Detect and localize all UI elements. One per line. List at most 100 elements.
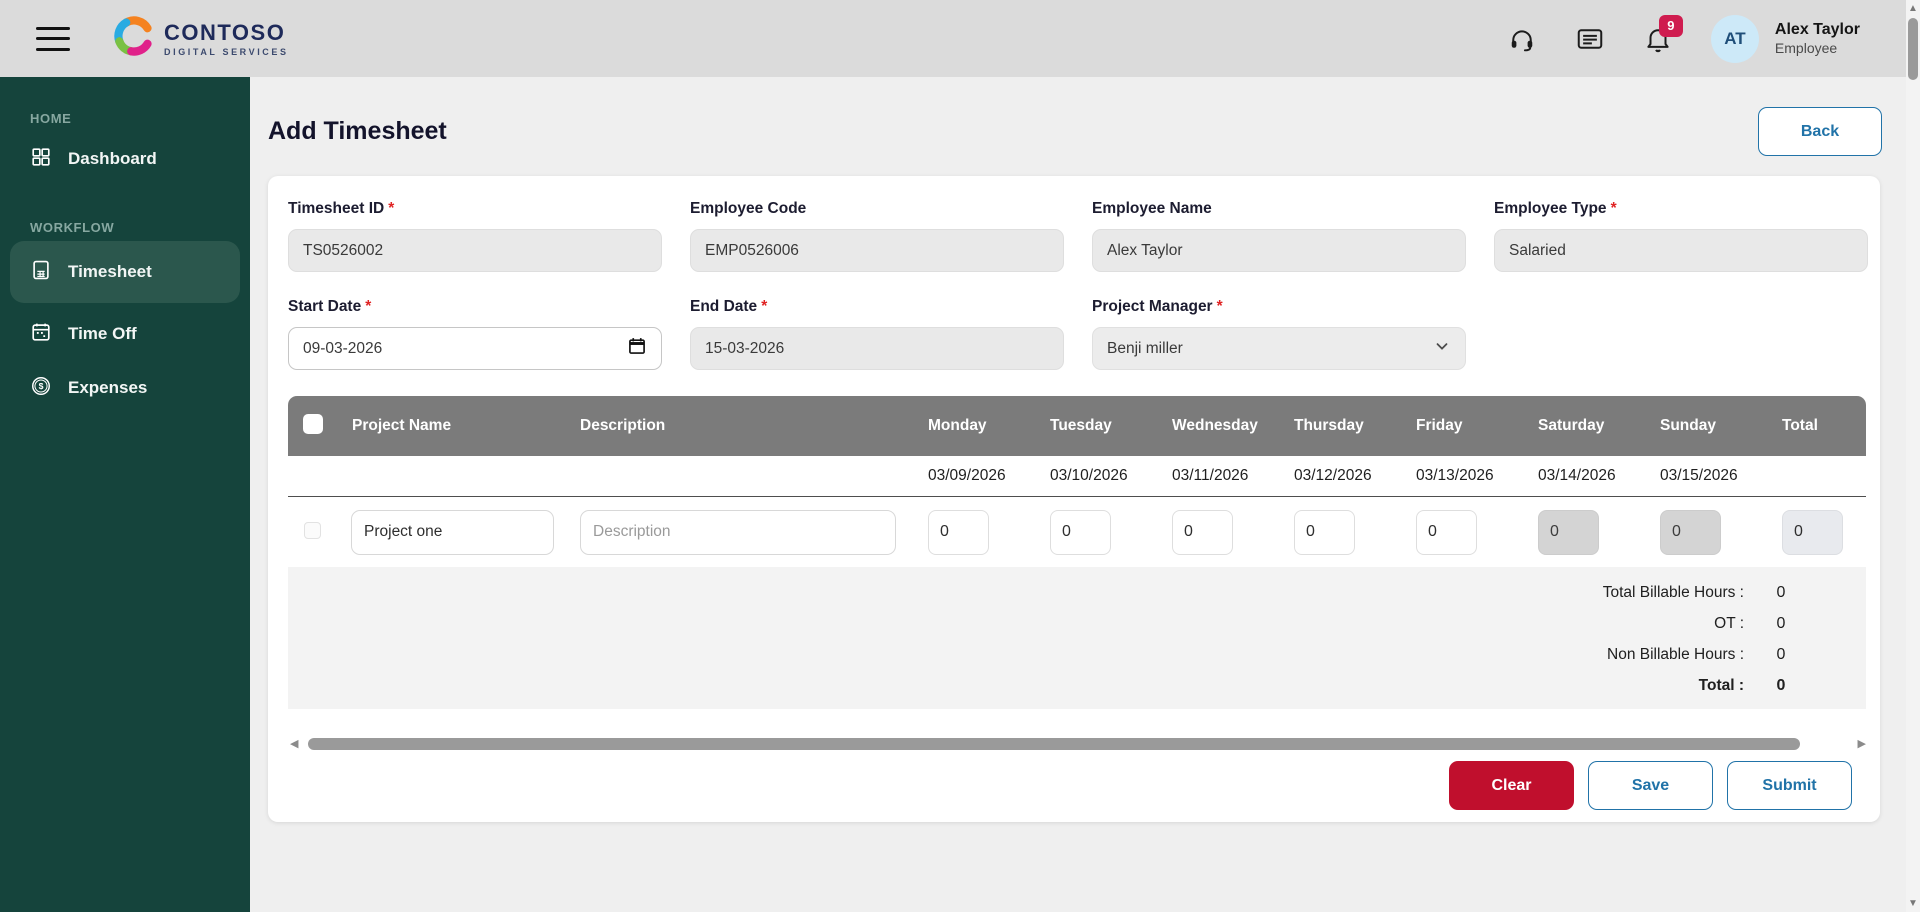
user-name: Alex Taylor (1775, 20, 1860, 40)
main-content: Add Timesheet Back Timesheet ID* TS05260… (250, 77, 1906, 912)
column-header: Total (1768, 417, 1866, 435)
contoso-logo-icon (112, 14, 156, 63)
brand-name: CONTOSO (164, 20, 289, 46)
description-input[interactable] (580, 510, 896, 555)
scroll-left-icon[interactable]: ◀ (290, 739, 298, 749)
date-cell: 03/12/2026 (1280, 467, 1402, 485)
sidebar-item-label: Timesheet (68, 262, 152, 282)
sidebar-item-timesheet[interactable]: Timesheet (10, 241, 240, 303)
scroll-up-icon[interactable]: ▲ (1908, 3, 1918, 14)
sidebar-section-home: HOME (30, 111, 250, 126)
scroll-down-icon[interactable]: ▼ (1908, 898, 1918, 909)
horizontal-scrollbar-thumb[interactable] (308, 738, 1800, 750)
field-label: Employee Type (1494, 200, 1607, 217)
field-project-manager: Project Manager* Benji miller (1092, 298, 1466, 370)
summary-panel: Total Billable Hours : 0 OT : 0 Non Bill… (288, 567, 1866, 709)
column-header: Project Name (338, 417, 566, 435)
field-employee-name: Employee Name Alex Taylor (1092, 200, 1466, 272)
user-info: Alex Taylor Employee (1775, 20, 1860, 58)
row-checkbox[interactable] (304, 522, 321, 539)
required-asterisk: * (388, 200, 394, 217)
timesheet-id-input: TS0526002 (288, 229, 662, 272)
submit-button[interactable]: Submit (1727, 761, 1852, 810)
back-button[interactable]: Back (1758, 107, 1882, 156)
sidebar: HOME Dashboard WORKFLOW Timesheet (0, 77, 250, 912)
date-cell: 03/15/2026 (1646, 467, 1768, 485)
column-header: Friday (1402, 417, 1524, 435)
notifications-bell-icon[interactable]: 9 (1643, 24, 1673, 54)
time-off-calendar-icon (30, 321, 52, 348)
vertical-scrollbar[interactable]: ▲ ▼ (1906, 0, 1920, 912)
brand-tagline: DIGITAL SERVICES (164, 47, 289, 57)
summary-non-billable: Non Billable Hours : 0 (288, 639, 1866, 670)
summary-ot: OT : 0 (288, 608, 1866, 639)
sidebar-item-dashboard[interactable]: Dashboard (0, 132, 250, 186)
brand-logo: CONTOSO DIGITAL SERVICES (112, 14, 289, 63)
clear-button[interactable]: Clear (1449, 761, 1574, 810)
required-asterisk: * (761, 298, 767, 315)
field-empty (1494, 298, 1868, 370)
hours-input-monday[interactable] (928, 510, 989, 555)
summary-total: Total : 0 (288, 670, 1866, 701)
sidebar-item-label: Expenses (68, 378, 147, 398)
select-all-checkbox[interactable] (303, 414, 323, 434)
field-employee-code: Employee Code EMP0526006 (690, 200, 1064, 272)
sidebar-section-workflow: WORKFLOW (30, 220, 250, 235)
calendar-icon[interactable] (627, 336, 647, 361)
table-row (288, 497, 1866, 567)
hours-input-sunday (1660, 510, 1721, 555)
hours-input-saturday (1538, 510, 1599, 555)
field-employee-type: Employee Type* Salaried (1494, 200, 1868, 272)
field-label: Employee Name (1092, 200, 1212, 217)
field-label: Project Manager (1092, 298, 1213, 315)
avatar[interactable]: AT (1711, 15, 1759, 63)
project-manager-select[interactable]: Benji miller (1092, 327, 1466, 370)
field-start-date: Start Date* 09-03-2026 (288, 298, 662, 370)
timesheet-card: Timesheet ID* TS0526002 Employee Code EM… (268, 176, 1880, 822)
field-label: End Date (690, 298, 757, 315)
news-feed-icon[interactable] (1575, 24, 1605, 54)
column-header: Tuesday (1036, 417, 1158, 435)
sidebar-item-label: Dashboard (68, 149, 157, 169)
required-asterisk: * (1611, 200, 1617, 217)
table-dates-row: 03/09/2026 03/10/2026 03/11/2026 03/12/2… (288, 456, 1866, 497)
field-end-date: End Date* 15-03-2026 (690, 298, 1064, 370)
field-timesheet-id: Timesheet ID* TS0526002 (288, 200, 662, 272)
vertical-scrollbar-thumb[interactable] (1908, 18, 1918, 80)
project-name-input[interactable] (351, 510, 554, 555)
hours-input-tuesday[interactable] (1050, 510, 1111, 555)
svg-text:$: $ (39, 381, 44, 391)
row-total-input (1782, 510, 1843, 555)
horizontal-scrollbar[interactable]: ◀ ▶ (288, 737, 1866, 751)
timesheet-table: Project Name Description Monday Tuesday … (288, 396, 1866, 567)
expenses-dollar-icon: $ (30, 375, 52, 402)
menu-toggle-button[interactable] (36, 27, 70, 51)
column-header: Wednesday (1158, 417, 1280, 435)
page-header: Add Timesheet Back (250, 77, 1906, 156)
scroll-right-icon[interactable]: ▶ (1858, 739, 1866, 749)
support-headset-icon[interactable] (1507, 24, 1537, 54)
summary-total-billable: Total Billable Hours : 0 (288, 577, 1866, 608)
employee-code-input: EMP0526006 (690, 229, 1064, 272)
sidebar-item-timeoff[interactable]: Time Off (0, 307, 250, 361)
dashboard-icon (30, 146, 52, 173)
field-label: Start Date (288, 298, 361, 315)
hours-input-wednesday[interactable] (1172, 510, 1233, 555)
top-bar: CONTOSO DIGITAL SERVICES 9 A (0, 0, 1920, 77)
start-date-input[interactable]: 09-03-2026 (288, 327, 662, 370)
required-asterisk: * (365, 298, 371, 315)
required-asterisk: * (1217, 298, 1223, 315)
date-cell: 03/14/2026 (1524, 467, 1646, 485)
column-header: Sunday (1646, 417, 1768, 435)
save-button[interactable]: Save (1588, 761, 1713, 810)
sidebar-item-expenses[interactable]: $ Expenses (0, 361, 250, 415)
column-header: Saturday (1524, 417, 1646, 435)
column-header: Monday (914, 417, 1036, 435)
notification-badge: 9 (1659, 15, 1683, 37)
sidebar-item-label: Time Off (68, 324, 137, 344)
hours-input-friday[interactable] (1416, 510, 1477, 555)
date-cell: 03/13/2026 (1402, 467, 1524, 485)
hours-input-thursday[interactable] (1294, 510, 1355, 555)
timesheet-form: Timesheet ID* TS0526002 Employee Code EM… (288, 200, 1866, 370)
timesheet-icon (30, 259, 52, 286)
